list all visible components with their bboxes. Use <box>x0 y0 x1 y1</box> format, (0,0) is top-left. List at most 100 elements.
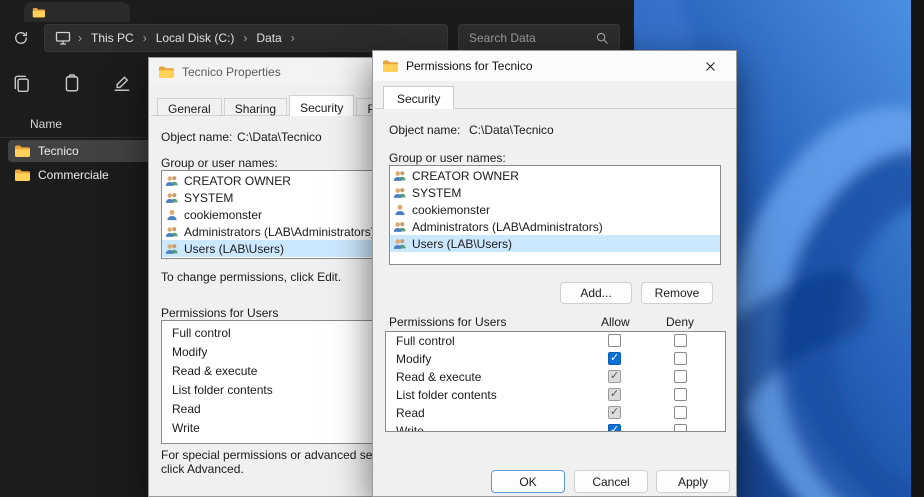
group-icon <box>393 169 407 183</box>
search-box[interactable]: Search Data <box>458 24 620 52</box>
tab-security[interactable]: Security <box>289 95 354 116</box>
breadcrumb-this-pc[interactable]: This PC <box>89 29 136 47</box>
ok-button[interactable]: OK <box>491 470 565 493</box>
search-placeholder: Search Data <box>469 31 536 45</box>
rename-icon[interactable] <box>112 73 132 93</box>
permission-row[interactable]: Read & execute <box>162 362 374 381</box>
allow-checkbox[interactable] <box>608 388 621 401</box>
allow-checkbox[interactable] <box>608 370 621 383</box>
group-list-item[interactable]: SYSTEM <box>162 189 374 206</box>
tab-general[interactable]: General <box>157 98 222 116</box>
group-icon <box>393 237 407 251</box>
deny-checkbox[interactable] <box>674 334 687 347</box>
deny-checkbox[interactable] <box>674 424 687 432</box>
folder-name: Tecnico <box>38 144 79 158</box>
allow-checkbox[interactable] <box>608 424 621 432</box>
advanced-hint-line2: click Advanced. <box>161 462 244 476</box>
copy-icon[interactable] <box>12 73 32 93</box>
folder-icon <box>158 64 174 80</box>
tab-sharing[interactable]: Sharing <box>224 98 287 116</box>
refresh-icon <box>13 30 29 46</box>
remove-button[interactable]: Remove <box>641 282 713 304</box>
permission-row[interactable]: Modify <box>162 343 374 362</box>
permission-row: Full control <box>386 332 725 350</box>
folder-item-tecnico[interactable]: Tecnico <box>8 140 148 162</box>
group-list: CREATOR OWNER SYSTEM cookiemonster Admin… <box>389 165 721 265</box>
group-icon <box>165 174 179 188</box>
deny-column-header: Deny <box>666 315 694 329</box>
permission-row: List folder contents <box>386 386 725 404</box>
folder-item-commerciale[interactable]: Commerciale <box>8 164 148 186</box>
permissions-checkbox-list: Full control Modify Read & execute List … <box>385 331 726 432</box>
group-list-item[interactable]: SYSTEM <box>390 184 720 201</box>
edit-hint: To change permissions, click Edit. <box>161 270 341 284</box>
object-name-label: Object name: <box>389 123 460 137</box>
group-list-item[interactable]: Administrators (LAB\Administrators) <box>162 223 374 240</box>
dialog-title: Tecnico Properties <box>182 65 281 79</box>
group-name: Users (LAB\Users) <box>412 237 512 251</box>
deny-checkbox[interactable] <box>674 388 687 401</box>
deny-checkbox[interactable] <box>674 352 687 365</box>
group-icon <box>165 225 179 239</box>
object-name-value: C:\Data\Tecnico <box>237 130 322 144</box>
group-list-label: Group or user names: <box>389 151 506 165</box>
permission-row: Modify <box>386 350 725 368</box>
this-pc-icon <box>55 30 71 46</box>
allow-checkbox[interactable] <box>608 334 621 347</box>
properties-dialog-titlebar[interactable]: Tecnico Properties <box>149 58 373 86</box>
cancel-button[interactable]: Cancel <box>574 470 648 493</box>
permission-row: Write <box>386 422 725 432</box>
permissions-dialog-titlebar[interactable]: Permissions for Tecnico <box>373 51 736 81</box>
folder-icon <box>382 58 398 74</box>
deny-checkbox[interactable] <box>674 406 687 419</box>
apply-button[interactable]: Apply <box>656 470 730 493</box>
add-button[interactable]: Add... <box>560 282 632 304</box>
permission-row[interactable]: List folder contents <box>162 381 374 400</box>
group-list-item[interactable]: CREATOR OWNER <box>390 167 720 184</box>
permissions-label: Permissions for Users <box>161 306 278 320</box>
group-list-item[interactable]: CREATOR OWNER <box>162 172 374 189</box>
breadcrumb: This PC Local Disk (C:) Data <box>44 24 448 52</box>
allow-column-header: Allow <box>601 315 630 329</box>
group-list-item[interactable]: cookiemonster <box>162 206 374 223</box>
folder-icon <box>32 6 45 19</box>
search-icon <box>595 31 609 45</box>
user-icon <box>393 203 407 217</box>
group-list-item-selected[interactable]: Users (LAB\Users) <box>162 240 374 257</box>
deny-checkbox[interactable] <box>674 370 687 383</box>
allow-checkbox[interactable] <box>608 406 621 419</box>
dialog-title: Permissions for Tecnico <box>406 59 533 73</box>
object-name-value: C:\Data\Tecnico <box>469 123 554 137</box>
group-list-item[interactable]: cookiemonster <box>390 201 720 218</box>
close-icon <box>705 61 716 72</box>
permission-row[interactable]: Write <box>162 419 374 438</box>
permission-row[interactable]: Read <box>162 400 374 419</box>
column-header-name[interactable]: Name <box>0 110 148 138</box>
object-name-label: Object name: <box>161 130 232 144</box>
group-name: SYSTEM <box>184 191 233 205</box>
group-name: SYSTEM <box>412 186 461 200</box>
desktop-screen: This PC Local Disk (C:) Data Search Data <box>0 0 924 497</box>
permission-name: Modify <box>396 352 431 366</box>
paste-icon[interactable] <box>62 73 82 93</box>
properties-tabs: General Sharing Security Previous Versio… <box>157 95 374 116</box>
permission-row: Read & execute <box>386 368 725 386</box>
group-list-item[interactable]: Administrators (LAB\Administrators) <box>390 218 720 235</box>
group-name: cookiemonster <box>412 203 490 217</box>
group-list-item-selected[interactable]: Users (LAB\Users) <box>390 235 720 252</box>
user-icon <box>165 208 179 222</box>
folder-name: Commerciale <box>38 168 109 182</box>
permission-row[interactable]: Full control <box>162 324 374 343</box>
breadcrumb-data[interactable]: Data <box>254 29 283 47</box>
refresh-button[interactable] <box>8 25 34 51</box>
explorer-tab[interactable] <box>24 2 130 22</box>
permissions-list: Full control Modify Read & execute List … <box>161 320 374 444</box>
allow-checkbox[interactable] <box>608 352 621 365</box>
close-button[interactable] <box>693 54 727 78</box>
breadcrumb-local-disk[interactable]: Local Disk (C:) <box>154 29 237 47</box>
tab-security[interactable]: Security <box>383 86 454 109</box>
properties-dialog: Tecnico Properties General Sharing Secur… <box>148 57 374 497</box>
permission-name: Full control <box>396 334 455 348</box>
group-name: Administrators (LAB\Administrators) <box>184 225 374 239</box>
chevron-right-icon <box>243 31 247 45</box>
